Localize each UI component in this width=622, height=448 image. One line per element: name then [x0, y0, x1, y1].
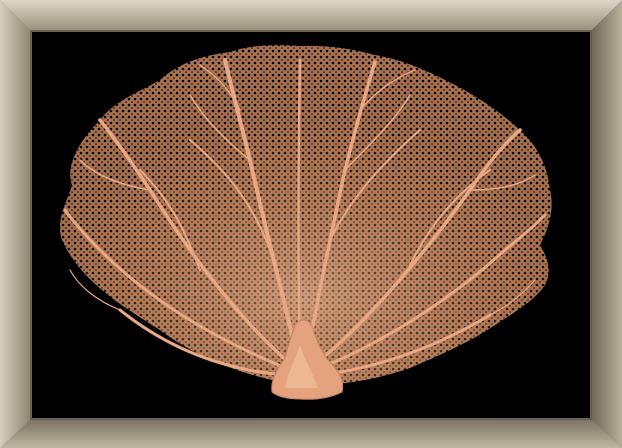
frame-right [591, 0, 622, 448]
frame-bottom [0, 419, 622, 448]
framed-artwork [0, 0, 622, 448]
frame-top [0, 0, 622, 31]
artwork-canvas [0, 0, 622, 448]
frame-left [0, 0, 31, 448]
